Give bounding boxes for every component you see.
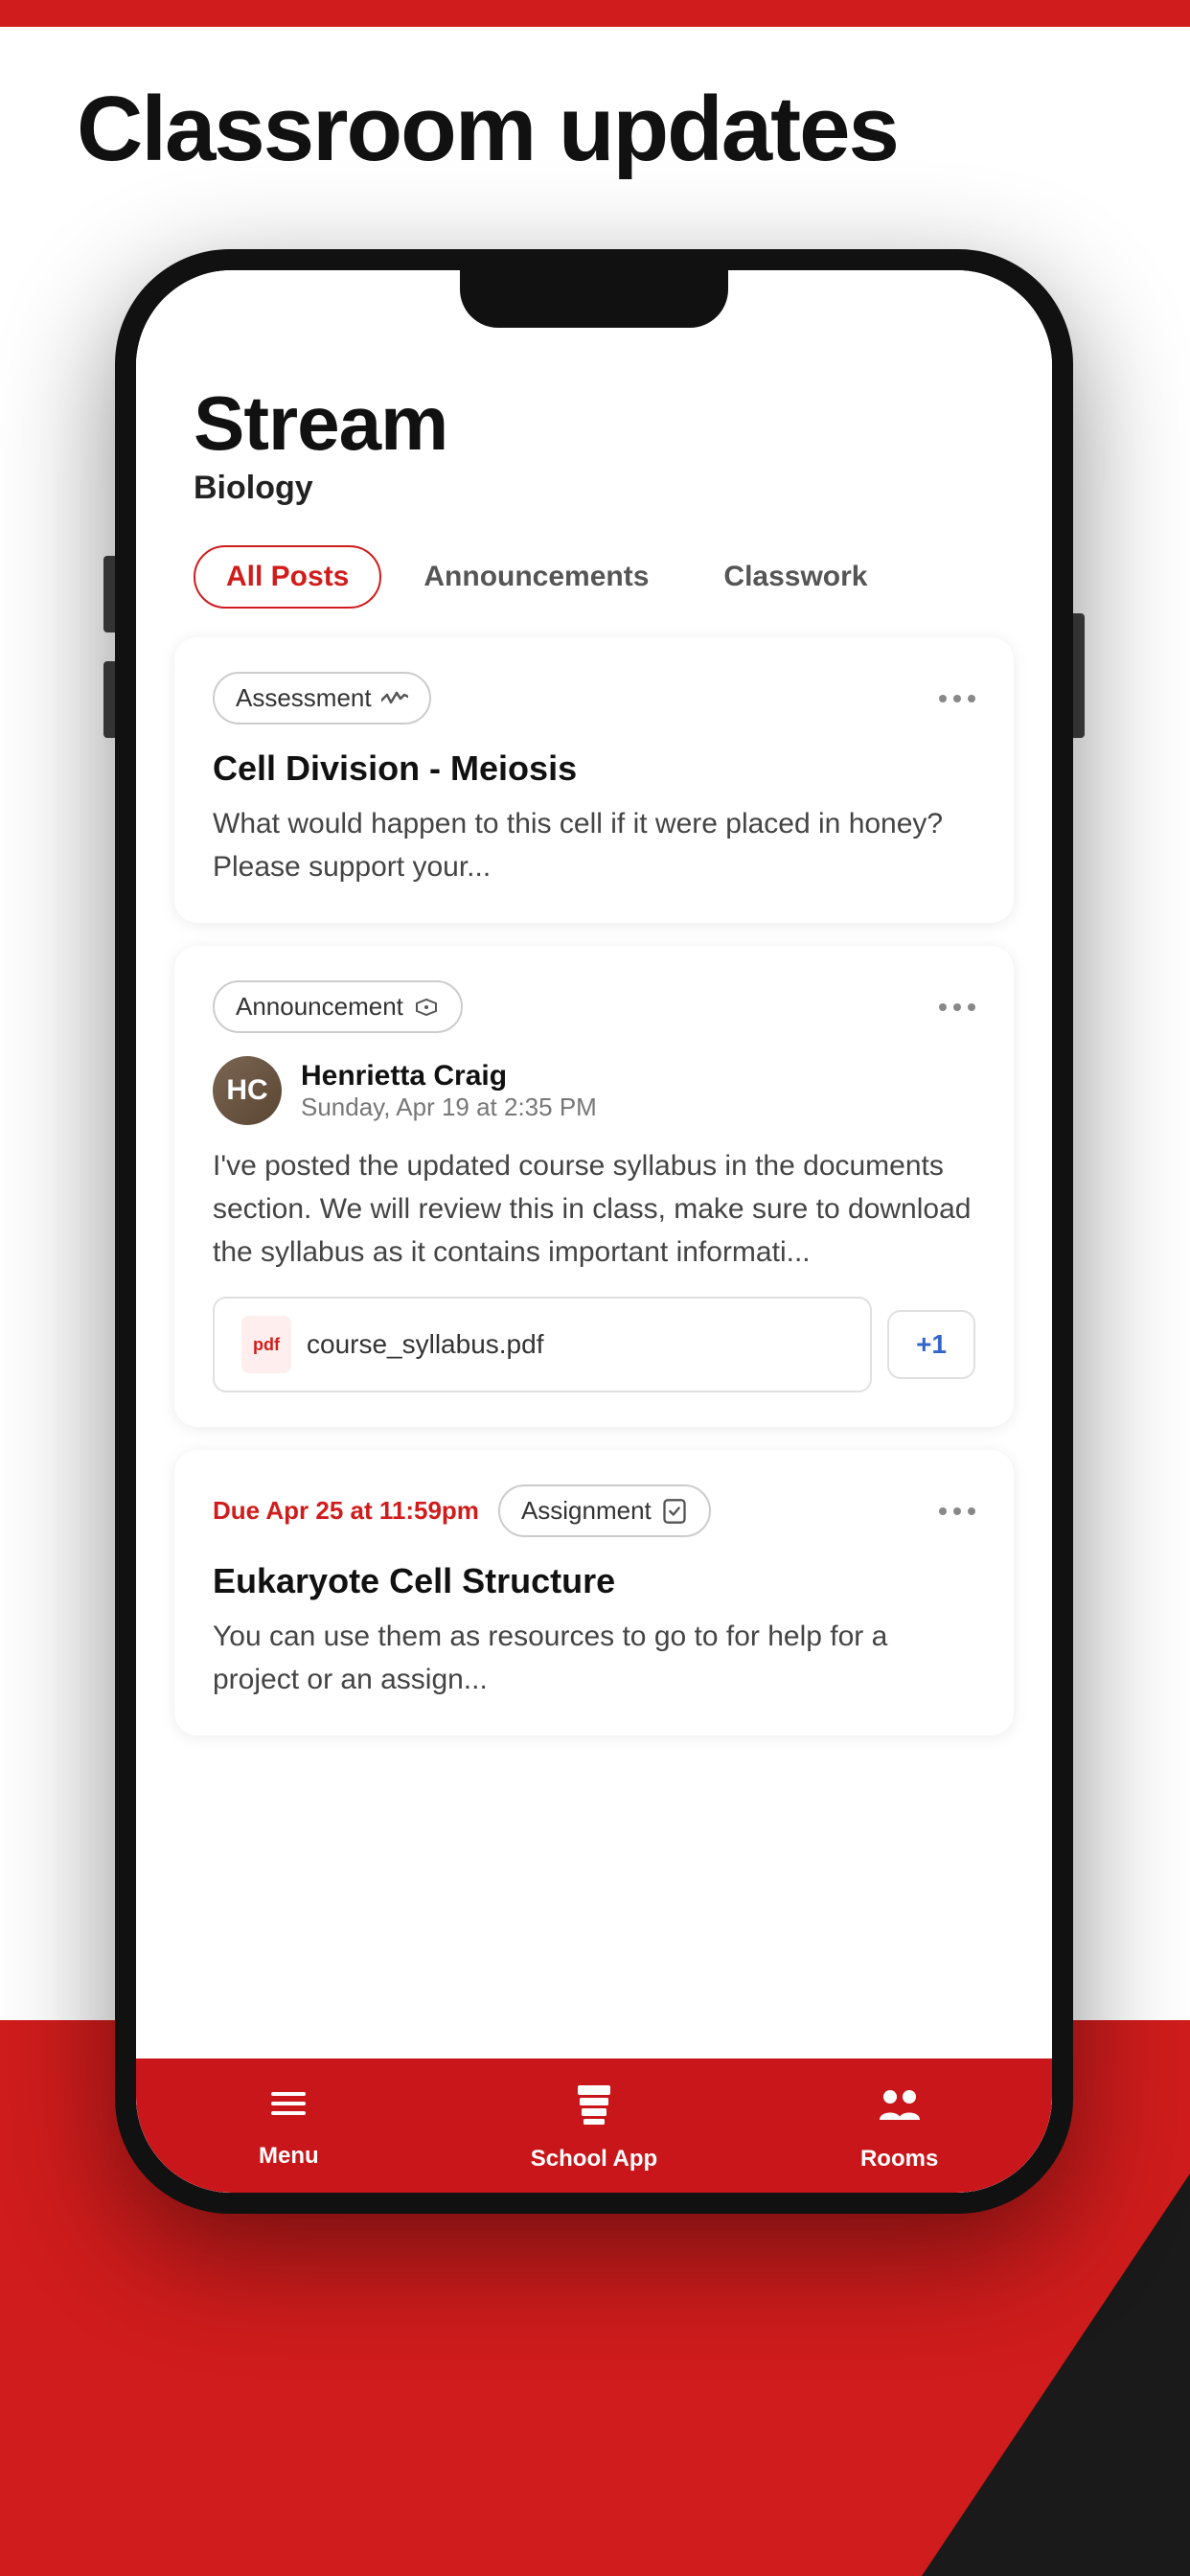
author-date: Sunday, Apr 19 at 2:35 PM	[301, 1092, 597, 1122]
badge-label-assessment: Assessment	[236, 683, 372, 713]
author-name: Henrietta Craig	[301, 1060, 597, 1092]
badge-label-announcement: Announcement	[236, 992, 403, 1022]
avatar: HC	[213, 1056, 282, 1125]
card-header-2: Announcement	[213, 980, 975, 1033]
card-header-1: Assessment	[213, 672, 975, 724]
assessment-icon	[381, 685, 408, 712]
pdf-icon-label: pdf	[253, 1335, 280, 1355]
volume-down-button	[103, 661, 115, 738]
card-assessment[interactable]: Assessment Cell Division -	[174, 637, 1014, 923]
volume-up-button	[103, 556, 115, 632]
screen-content: Stream Biology All Posts Announcements C…	[136, 270, 1052, 2193]
tab-classwork[interactable]: Classwork	[691, 545, 900, 609]
bottom-nav: Menu School App	[136, 2058, 1052, 2193]
phone-screen: Stream Biology All Posts Announcements C…	[136, 270, 1052, 2193]
stream-subtitle: Biology	[194, 470, 995, 507]
phone-frame: Stream Biology All Posts Announcements C…	[115, 249, 1073, 2214]
card-title-3: Eukaryote Cell Structure	[213, 1560, 975, 1601]
dot	[939, 1003, 947, 1011]
phone-notch	[460, 270, 728, 328]
card-body-3: You can use them as resources to go to f…	[213, 1615, 975, 1701]
card-assignment[interactable]: Due Apr 25 at 11:59pm Assignment	[174, 1450, 1014, 1736]
nav-rooms[interactable]: Rooms	[823, 2080, 976, 2173]
dot	[953, 1003, 961, 1011]
dot	[953, 1507, 961, 1515]
badge-assessment: Assessment	[213, 672, 431, 724]
dot	[939, 695, 947, 702]
card-body-1: What would happen to this cell if it wer…	[213, 802, 975, 888]
school-app-icon	[570, 2080, 618, 2138]
tab-bar: All Posts Announcements Classwork	[136, 526, 1052, 609]
tab-announcements[interactable]: Announcements	[391, 545, 681, 609]
badge-assignment: Assignment	[498, 1484, 711, 1537]
menu-icon	[267, 2082, 309, 2135]
power-button	[1073, 613, 1085, 738]
stream-header: Stream Biology	[136, 337, 1052, 526]
rooms-icon	[876, 2080, 924, 2138]
nav-menu[interactable]: Menu	[212, 2082, 365, 2170]
due-date: Due Apr 25 at 11:59pm	[213, 1496, 479, 1526]
more-options-3[interactable]	[939, 1507, 975, 1515]
author-row: HC Henrietta Craig Sunday, Apr 19 at 2:3…	[213, 1056, 975, 1125]
menu-label: Menu	[259, 2143, 319, 2170]
dot	[968, 1003, 975, 1011]
stream-title: Stream	[194, 385, 995, 462]
pdf-attachment[interactable]: pdf course_syllabus.pdf	[213, 1297, 872, 1392]
plus-attachments[interactable]: +1	[887, 1310, 975, 1379]
card-header-3: Due Apr 25 at 11:59pm Assignment	[213, 1484, 975, 1537]
card-body-2: I've posted the updated course syllabus …	[213, 1144, 975, 1274]
cards-container: Assessment Cell Division -	[136, 637, 1052, 1736]
pdf-icon-box: pdf	[241, 1316, 291, 1373]
card-announcement[interactable]: Announcement	[174, 946, 1014, 1427]
more-options-2[interactable]	[939, 1003, 975, 1011]
dot	[939, 1507, 947, 1515]
pdf-filename: course_syllabus.pdf	[307, 1329, 543, 1360]
avatar-initials: HC	[213, 1056, 282, 1125]
dot	[953, 695, 961, 702]
announcement-icon	[413, 994, 440, 1021]
dot	[968, 695, 975, 702]
due-row: Due Apr 25 at 11:59pm Assignment	[213, 1484, 711, 1537]
attachment-row: pdf course_syllabus.pdf +1	[213, 1297, 975, 1392]
card-title-1: Cell Division - Meiosis	[213, 748, 975, 789]
page-title: Classroom updates	[77, 77, 898, 182]
badge-announcement: Announcement	[213, 980, 463, 1033]
content-area: Stream Biology All Posts Announcements C…	[136, 337, 1052, 2058]
assignment-icon	[661, 1498, 688, 1525]
school-app-label: School App	[531, 2146, 657, 2173]
dot	[968, 1507, 975, 1515]
rooms-label: Rooms	[860, 2146, 938, 2173]
more-options-1[interactable]	[939, 695, 975, 702]
author-info: Henrietta Craig Sunday, Apr 19 at 2:35 P…	[301, 1060, 597, 1122]
top-status-bar	[0, 0, 1190, 27]
tab-all-posts[interactable]: All Posts	[194, 545, 381, 609]
badge-label-assignment: Assignment	[521, 1496, 652, 1526]
nav-school-app[interactable]: School App	[517, 2080, 671, 2173]
